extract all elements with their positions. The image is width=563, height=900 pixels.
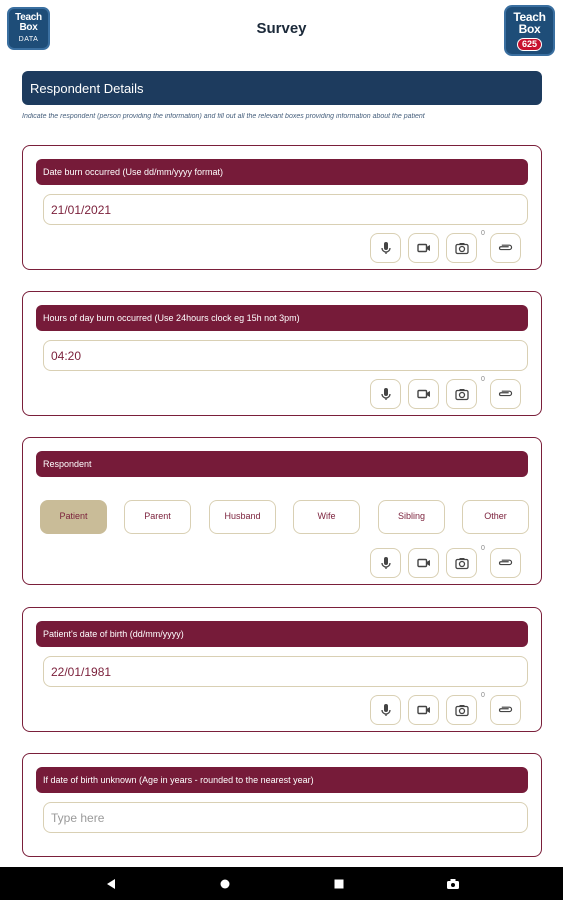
attachment-count: 0 xyxy=(481,376,485,383)
video-camera-icon xyxy=(416,705,430,715)
video-button[interactable] xyxy=(408,548,439,578)
question-label: If date of birth unknown (Age in years -… xyxy=(36,767,528,793)
option-parent[interactable]: Parent xyxy=(124,500,191,534)
system-nav-bar xyxy=(0,867,563,900)
option-husband[interactable]: Husband xyxy=(209,500,276,534)
back-icon xyxy=(107,878,115,889)
option-patient[interactable]: Patient xyxy=(40,500,107,534)
video-button[interactable] xyxy=(408,233,439,263)
attachment-button[interactable] xyxy=(490,548,521,578)
question-card-burn-date: Date burn occurred (Use dd/mm/yyyy forma… xyxy=(22,145,542,270)
camera-icon xyxy=(454,705,469,717)
attachment-button[interactable] xyxy=(490,379,521,409)
logo-right-badge: 625 xyxy=(516,38,543,51)
question-label: Hours of day burn occurred (Use 24hours … xyxy=(36,305,528,331)
attachment-count: 0 xyxy=(481,545,485,552)
question-card-respondent: Respondent Patient Parent Husband Wife S… xyxy=(22,437,542,585)
attachment-button[interactable] xyxy=(490,233,521,263)
question-label: Date burn occurred (Use dd/mm/yyyy forma… xyxy=(36,159,528,185)
microphone-icon xyxy=(380,704,391,716)
attachment-button[interactable] xyxy=(490,695,521,725)
burn-date-input[interactable]: 21/01/2021 xyxy=(43,194,528,225)
patient-dob-input[interactable]: 22/01/1981 xyxy=(43,656,528,687)
attachment-icon xyxy=(498,390,512,397)
attachment-icon xyxy=(498,244,512,251)
option-sibling[interactable]: Sibling xyxy=(378,500,445,534)
section-description: Indicate the respondent (person providin… xyxy=(22,113,425,120)
logo-left-line3: DATA xyxy=(18,36,39,43)
nav-back-button[interactable] xyxy=(91,867,131,900)
survey-screen: Teach Box DATA Survey Teach Box 625 Resp… xyxy=(0,0,563,900)
age-input[interactable]: Type here xyxy=(43,802,528,833)
question-label: Respondent xyxy=(36,451,528,477)
video-button[interactable] xyxy=(408,695,439,725)
camera-icon xyxy=(454,558,469,570)
microphone-button[interactable] xyxy=(370,379,401,409)
attachment-count: 0 xyxy=(481,692,485,699)
question-card-age: If date of birth unknown (Age in years -… xyxy=(22,753,542,857)
microphone-button[interactable] xyxy=(370,695,401,725)
app-header: Teach Box DATA Survey Teach Box 625 xyxy=(0,0,563,62)
microphone-icon xyxy=(380,388,391,400)
teachbox-625-logo[interactable]: Teach Box 625 xyxy=(504,5,555,56)
camera-button[interactable] xyxy=(446,695,477,725)
attachment-icon xyxy=(498,559,512,566)
attachment-count: 0 xyxy=(481,230,485,237)
media-tools: 0 xyxy=(370,692,528,725)
camera-button[interactable] xyxy=(446,548,477,578)
camera-icon xyxy=(454,243,469,255)
logo-right-line2: Box xyxy=(518,22,541,36)
video-camera-icon xyxy=(416,389,430,399)
screenshot-icon xyxy=(447,878,459,889)
camera-icon xyxy=(454,389,469,401)
microphone-icon xyxy=(380,242,391,254)
camera-button[interactable] xyxy=(446,379,477,409)
video-camera-icon xyxy=(416,243,430,253)
respondent-options: Patient Parent Husband Wife Sibling Othe… xyxy=(40,500,530,534)
nav-home-button[interactable] xyxy=(205,867,245,900)
option-other[interactable]: Other xyxy=(462,500,529,534)
media-tools: 0 xyxy=(370,230,528,263)
page-title: Survey xyxy=(256,20,307,37)
question-label: Patient's date of birth (dd/mm/yyyy) xyxy=(36,621,528,647)
media-tools: 0 xyxy=(370,376,528,409)
home-icon xyxy=(220,879,230,888)
question-card-burn-hour: Hours of day burn occurred (Use 24hours … xyxy=(22,291,542,416)
video-camera-icon xyxy=(416,558,430,568)
nav-recents-button[interactable] xyxy=(319,867,359,900)
microphone-button[interactable] xyxy=(370,548,401,578)
option-wife[interactable]: Wife xyxy=(293,500,360,534)
burn-hour-input[interactable]: 04:20 xyxy=(43,340,528,371)
question-card-patient-dob: Patient's date of birth (dd/mm/yyyy) 22/… xyxy=(22,607,542,732)
camera-button[interactable] xyxy=(446,233,477,263)
media-tools: 0 xyxy=(370,545,528,578)
video-button[interactable] xyxy=(408,379,439,409)
microphone-icon xyxy=(380,557,391,569)
section-title: Respondent Details xyxy=(22,71,542,105)
recents-icon xyxy=(334,879,344,888)
microphone-button[interactable] xyxy=(370,233,401,263)
attachment-icon xyxy=(498,706,512,713)
nav-screenshot-button[interactable] xyxy=(433,867,473,900)
